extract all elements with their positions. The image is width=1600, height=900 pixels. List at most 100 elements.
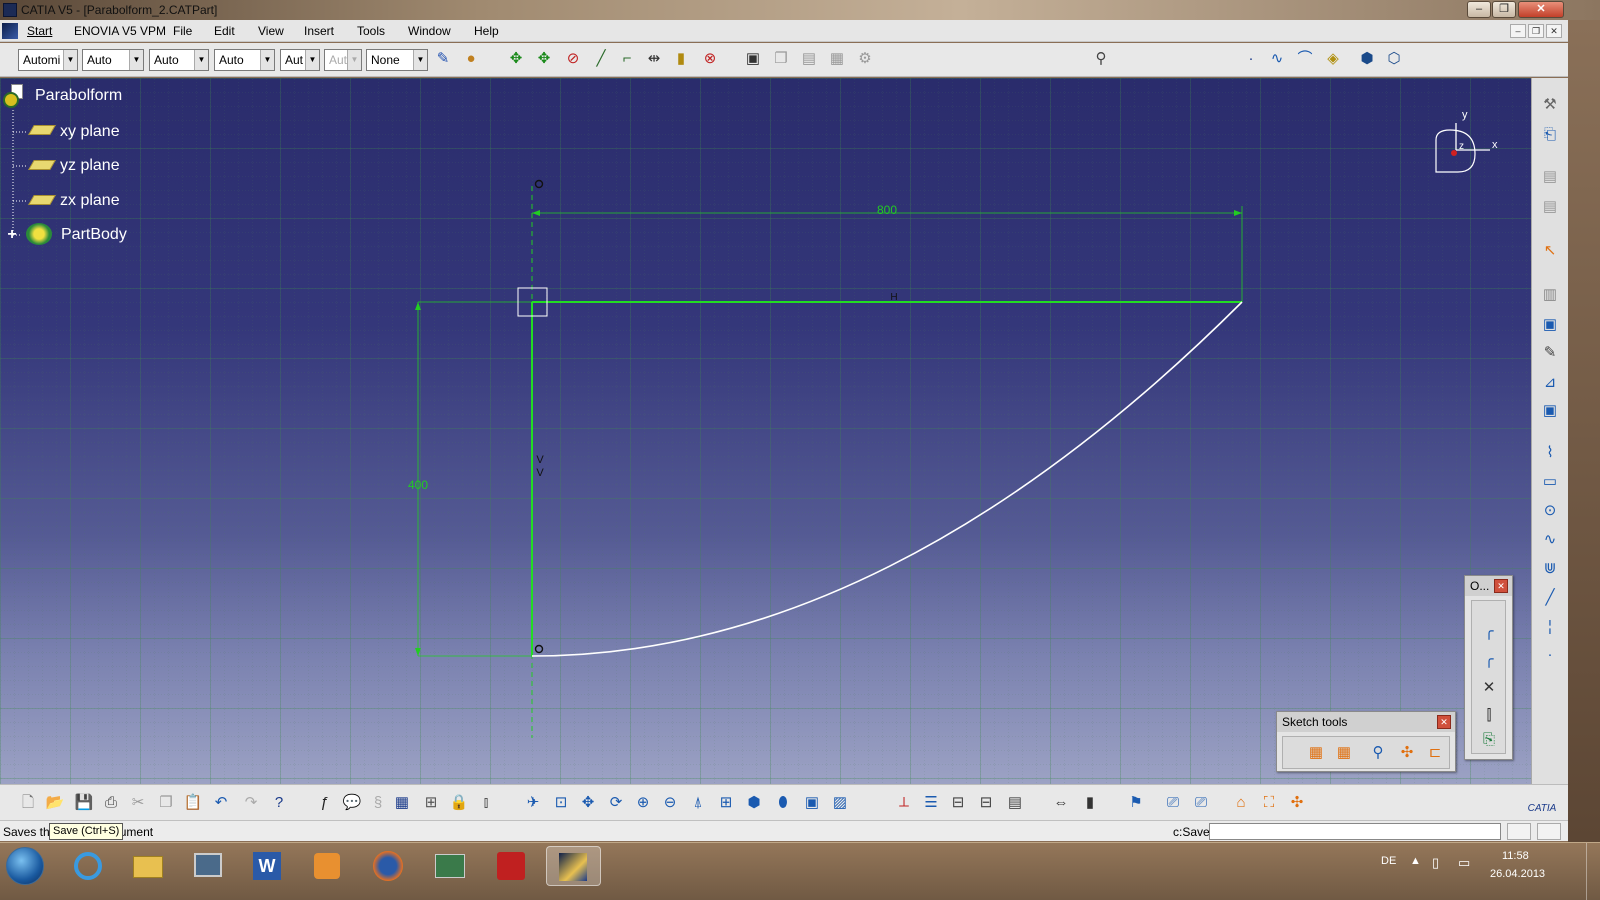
tree-item-partbody[interactable]: PartBody xyxy=(61,226,127,244)
trim-icon[interactable]: ✕ xyxy=(1478,677,1500,699)
save-icon[interactable]: 💾 xyxy=(73,792,95,814)
knowledge-icon[interactable]: § xyxy=(367,792,389,814)
mdi-restore-button[interactable]: ❐ xyxy=(1528,24,1544,38)
taskbar-acrobat-icon[interactable] xyxy=(484,846,539,886)
circle-icon[interactable]: ⊙ xyxy=(1539,500,1561,522)
taskbar-internet-explorer-icon[interactable] xyxy=(60,846,115,886)
show-desktop-button[interactable] xyxy=(1586,843,1600,900)
clock-date[interactable]: 26.04.2013 xyxy=(1490,868,1545,880)
menu-file[interactable]: File xyxy=(173,24,192,38)
list-icon[interactable]: ☰ xyxy=(920,792,942,814)
body-icon[interactable]: ⎚ xyxy=(1162,792,1184,814)
dimension-icon[interactable]: ⇹ xyxy=(643,48,665,70)
geometric-set-icon[interactable]: ⎚ xyxy=(1190,792,1212,814)
swap-space-icon[interactable]: ▨ xyxy=(829,792,851,814)
corner-icon[interactable]: ╭ xyxy=(1478,621,1500,643)
properties-icon[interactable]: ▦ xyxy=(826,48,848,70)
tray-device-icon[interactable]: ▯ xyxy=(1432,855,1439,871)
graph-icon[interactable]: ⊟ xyxy=(975,792,997,814)
line-icon[interactable]: ╱ xyxy=(1539,587,1561,609)
sketch-tool-a-icon[interactable]: ⌂ xyxy=(1230,792,1252,814)
tray-arrow-icon[interactable]: ▲ xyxy=(1410,855,1421,867)
sketch-canvas[interactable]: 800 400 H V V y x z xyxy=(0,78,1531,784)
start-button[interactable] xyxy=(6,847,44,885)
ruler-icon[interactable]: ⫾ xyxy=(475,792,497,814)
taskbar-firefox-icon[interactable] xyxy=(360,846,415,886)
transparency-combo[interactable]: Auto ▼ xyxy=(82,49,144,71)
constraint-vertical[interactable]: V xyxy=(536,467,544,479)
lock-icon[interactable]: 🔒 xyxy=(448,792,470,814)
edit-icon[interactable]: ✎ xyxy=(1539,342,1561,364)
new-document-icon[interactable]: 🗋 xyxy=(17,792,39,814)
layer-combo[interactable]: None ▼ xyxy=(366,49,428,71)
taskbar-word-icon[interactable]: W xyxy=(240,846,295,886)
normal-view-icon[interactable]: ⍋ xyxy=(687,792,709,814)
point-symbol-combo[interactable]: Aut ▼ xyxy=(280,49,320,71)
partbody-icon[interactable] xyxy=(26,223,52,245)
operation-toolbar[interactable]: O... ✕ ╭ ╭ ✕ ⫿ ⎘ xyxy=(1464,575,1513,760)
point-icon[interactable]: · xyxy=(1240,48,1262,70)
menu-tools[interactable]: Tools xyxy=(357,24,385,38)
menu-enovia[interactable]: ENOVIA V5 VPM xyxy=(74,24,166,38)
command-input[interactable] xyxy=(1209,823,1501,840)
language-indicator[interactable]: DE xyxy=(1381,855,1396,867)
taskbar-computer-icon[interactable] xyxy=(180,846,235,886)
reorder-icon[interactable]: ▣ xyxy=(742,48,764,70)
status-button-icon[interactable] xyxy=(1537,823,1561,840)
menu-start[interactable]: Start xyxy=(27,24,52,38)
dimension-label-400[interactable]: 400 xyxy=(408,478,428,492)
minimize-button[interactable]: – xyxy=(1467,1,1491,18)
construction-element-icon[interactable]: ⚲ xyxy=(1367,742,1389,764)
measure-icon[interactable]: ▮ xyxy=(670,48,692,70)
taskbar-app-icon[interactable] xyxy=(422,846,477,886)
constraint-horizontal[interactable]: H xyxy=(890,292,897,303)
taskbar-media-player-icon[interactable] xyxy=(300,846,355,886)
menu-help[interactable]: Help xyxy=(474,24,499,38)
constraint-tool-icon[interactable]: ⟂ xyxy=(893,792,915,814)
catalog-browser-icon[interactable]: ⚑ xyxy=(1125,792,1147,814)
sketch-tool-b-icon[interactable]: ⛶ xyxy=(1258,792,1280,814)
formula-icon[interactable]: ƒ xyxy=(313,792,335,814)
maximize-button[interactable]: ❐ xyxy=(1492,1,1516,18)
auto-constraint-icon[interactable]: ▣ xyxy=(1539,400,1561,422)
line-icon[interactable]: ╱ xyxy=(590,48,612,70)
tray-network-icon[interactable]: ▭ xyxy=(1458,855,1470,871)
spec-icon[interactable]: ◈ xyxy=(1322,48,1344,70)
tree-item-yz-plane[interactable]: yz plane xyxy=(60,157,120,175)
tree-icon[interactable]: ⊞ xyxy=(420,792,442,814)
snap-to-point-icon[interactable]: ▦ xyxy=(1333,742,1355,764)
sketch-viewport[interactable]: 800 400 H V V y x z Parabolform xy plane… xyxy=(0,78,1531,784)
snap-icon[interactable]: ✥ xyxy=(533,48,555,70)
tree-item-xy-plane[interactable]: xy plane xyxy=(60,123,120,141)
multi-view-icon[interactable]: ⊞ xyxy=(715,792,737,814)
mdi-close-button[interactable]: ✕ xyxy=(1546,24,1562,38)
undo-icon[interactable]: ↶ xyxy=(210,792,232,814)
paste-icon[interactable]: 📋 xyxy=(182,792,204,814)
dimension-label-800[interactable]: 800 xyxy=(877,203,897,217)
exit-sketch-icon[interactable]: ⎗ xyxy=(1539,124,1561,146)
sketch-tool-c-icon[interactable]: ✣ xyxy=(1286,792,1308,814)
cut-part-icon[interactable]: ▤ xyxy=(1539,166,1561,188)
table-icon[interactable]: ▦ xyxy=(391,792,413,814)
menu-view[interactable]: View xyxy=(258,24,284,38)
taskbar-explorer-icon[interactable] xyxy=(120,846,175,886)
constraint-box-icon[interactable]: ▣ xyxy=(1539,314,1561,336)
select-icon[interactable]: ↖ xyxy=(1539,240,1561,262)
document-icon[interactable] xyxy=(2,23,18,39)
mdi-minimize-button[interactable]: – xyxy=(1510,24,1526,38)
exit-workbench-icon[interactable]: ⚒ xyxy=(1539,94,1561,116)
zoom-in-icon[interactable]: ⊕ xyxy=(632,792,654,814)
line-type-combo[interactable]: Auto ▼ xyxy=(214,49,275,71)
curve-icon[interactable]: ∿ xyxy=(1266,48,1288,70)
sketch-analysis-icon[interactable]: ▤ xyxy=(1539,196,1561,218)
close-button[interactable]: ✕ xyxy=(1518,1,1564,18)
constraint-vertical[interactable]: V xyxy=(536,454,544,466)
help-icon[interactable]: ? xyxy=(268,792,290,814)
menu-window[interactable]: Window xyxy=(408,24,451,38)
copy-icon[interactable]: ❐ xyxy=(155,792,177,814)
mirror-icon[interactable]: ⫿ xyxy=(1478,705,1500,727)
measure-between-icon[interactable]: ⇔ xyxy=(1050,792,1072,814)
conic-icon[interactable]: ⋓ xyxy=(1539,558,1561,580)
color-palette-icon[interactable]: ● xyxy=(460,48,482,70)
menu-insert[interactable]: Insert xyxy=(304,24,334,38)
